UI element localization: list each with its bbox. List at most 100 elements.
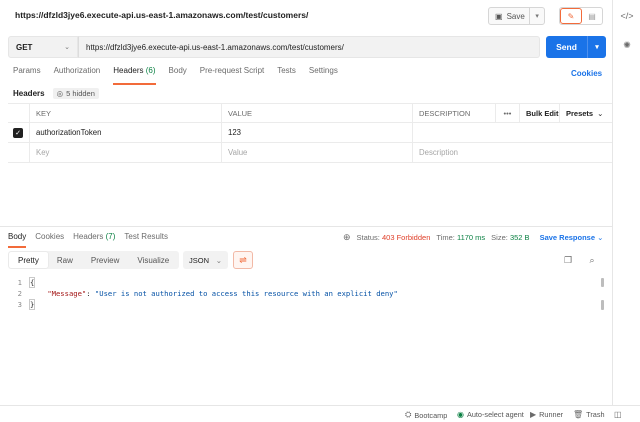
status-label: Status:	[356, 233, 380, 242]
table-row-new: Key Value Description	[8, 143, 612, 163]
tab-body[interactable]: Body	[169, 66, 187, 82]
new-key-input[interactable]: Key	[30, 143, 222, 162]
save-options-chevron-down-icon[interactable]: ▾	[530, 12, 544, 20]
new-value-input[interactable]: Value	[222, 143, 413, 162]
line-number: 3	[17, 300, 22, 309]
hidden-headers-toggle[interactable]: ◎ 5 hidden	[52, 88, 99, 99]
trash-button[interactable]: 🗑 Trash	[573, 410, 605, 419]
row-enabled-checkbox[interactable]: ✓	[13, 127, 23, 138]
tab-headers[interactable]: Headers (6)	[113, 66, 156, 85]
json-colon: :	[86, 289, 95, 298]
save-label: Save	[506, 11, 525, 21]
documentation-icon[interactable]: ▤	[582, 8, 602, 24]
editor-scrollbar-top[interactable]	[601, 278, 604, 287]
header-description-cell[interactable]	[413, 123, 612, 142]
view-preview[interactable]: Preview	[82, 252, 128, 268]
tab-response-cookies[interactable]: Cookies	[35, 232, 64, 245]
layout-toggle-icon[interactable]: ◫	[614, 410, 622, 419]
format-value: JSON	[189, 255, 210, 265]
lightbulb-icon[interactable]: ✺	[620, 38, 634, 52]
method-select[interactable]: GET ⌄	[8, 36, 78, 58]
bootcamp-button[interactable]: ⛭ Bootcamp	[405, 410, 447, 420]
search-icon[interactable]: ⌕	[586, 254, 598, 266]
method-value: GET	[16, 42, 33, 52]
chevron-down-icon: ⌄	[597, 233, 604, 242]
presets-label: Presets	[566, 108, 594, 118]
tab-pre-request-script[interactable]: Pre-request Script	[200, 66, 264, 82]
wrap-lines-icon[interactable]: ⇌	[233, 251, 253, 269]
row-checkbox-cell	[8, 143, 30, 162]
status-info: Status: 403 Forbidden	[357, 233, 431, 242]
header-value-cell[interactable]: 123	[222, 123, 413, 142]
trash-icon: 🗑	[573, 410, 584, 419]
check-circle-icon: ◉	[457, 410, 464, 419]
column-key: KEY	[30, 104, 222, 122]
tab-params[interactable]: Params	[13, 66, 41, 82]
save-response-button[interactable]: Save Response ⌄	[540, 233, 604, 242]
code-snippet-icon[interactable]: </>	[620, 9, 634, 23]
request-title[interactable]: https://dfzld3jye6.execute-api.us-east-1…	[15, 10, 308, 20]
open-brace: {	[28, 277, 36, 288]
column-description: DESCRIPTION	[413, 104, 496, 122]
presets-dropdown[interactable]: Presets ⌄	[560, 104, 612, 122]
status-footer: ⛭ Bootcamp ◉ Auto-select agent ▶ Runner …	[0, 405, 640, 422]
table-header-row: KEY VALUE DESCRIPTION ••• Bulk Edit Pres…	[8, 103, 612, 123]
hidden-headers-label: 5 hidden	[66, 89, 95, 98]
tab-settings[interactable]: Settings	[309, 66, 338, 82]
runner-button[interactable]: ▶ Runner	[530, 410, 563, 419]
header-check-cell	[8, 104, 30, 122]
url-input[interactable]: https://dfzld3jye6.execute-api.us-east-1…	[78, 36, 540, 58]
more-options-icon[interactable]: •••	[496, 104, 520, 122]
row-checkbox-cell: ✓	[8, 123, 30, 142]
view-raw[interactable]: Raw	[48, 252, 82, 268]
request-tabs: Params Authorization Headers (6) Body Pr…	[13, 66, 351, 85]
pane-divider[interactable]	[0, 226, 612, 227]
send-options-chevron-down-icon[interactable]: ▾	[588, 36, 606, 58]
tab-authorization[interactable]: Authorization	[54, 66, 101, 82]
edit-mode-toggle: ✎ ▤	[559, 7, 603, 25]
tab-headers-count: (6)	[145, 66, 156, 75]
close-brace: }	[28, 299, 36, 310]
time-value: 1170 ms	[456, 233, 486, 242]
time-info: Time: 1170 ms	[436, 233, 485, 242]
format-select[interactable]: JSON ⌄	[183, 251, 228, 269]
tab-response-headers[interactable]: Headers (7)	[73, 232, 115, 245]
bootcamp-icon: ⛭	[405, 410, 412, 419]
save-response-label: Save Response	[539, 233, 596, 242]
response-status-bar: ⊕ Status: 403 Forbidden Time: 1170 ms Si…	[343, 232, 603, 243]
tab-tests[interactable]: Tests	[277, 66, 296, 82]
view-pretty[interactable]: Pretty	[9, 252, 48, 268]
time-label: Time:	[436, 233, 455, 242]
chevron-down-icon: ⌄	[64, 44, 70, 51]
right-sidebar: </> ✺	[612, 0, 640, 422]
headers-subheader: Headers ◎ 5 hidden	[13, 88, 99, 99]
send-button[interactable]: Send	[546, 36, 588, 58]
tab-test-results[interactable]: Test Results	[124, 232, 168, 245]
chevron-down-icon: ⌄	[215, 255, 222, 265]
editor-scrollbar-bottom[interactable]	[601, 300, 604, 310]
code-line: 1 {	[8, 277, 598, 288]
headers-label: Headers	[13, 89, 45, 98]
response-body-editor[interactable]: 1 { 2 "Message": "User is not authorized…	[8, 277, 598, 310]
json-value: "User is not authorized to access this r…	[94, 289, 398, 298]
runner-label: Runner	[539, 410, 564, 419]
pencil-icon[interactable]: ✎	[560, 8, 582, 24]
view-visualize[interactable]: Visualize	[128, 252, 178, 268]
table-row: ✓ authorizationToken 123	[8, 123, 612, 143]
response-tabs: Body Cookies Headers (7) Test Results	[8, 232, 177, 248]
auto-select-agent-button[interactable]: ◉ Auto-select agent	[457, 410, 524, 419]
bulk-edit-button[interactable]: Bulk Edit	[520, 104, 560, 122]
code-line: 2 "Message": "User is not authorized to …	[8, 288, 598, 299]
cookies-link[interactable]: Cookies	[571, 69, 602, 78]
size-value: 352 B	[509, 233, 530, 242]
tab-response-body[interactable]: Body	[8, 232, 27, 248]
save-group: ▣ Save ▾	[488, 7, 545, 25]
new-description-input[interactable]: Description	[413, 143, 612, 162]
save-button[interactable]: ▣ Save	[489, 8, 531, 24]
globe-icon[interactable]: ⊕	[343, 232, 351, 243]
header-key-cell[interactable]: authorizationToken	[30, 123, 222, 142]
headers-table: KEY VALUE DESCRIPTION ••• Bulk Edit Pres…	[8, 103, 612, 163]
copy-icon[interactable]: ❐	[562, 254, 574, 266]
chevron-down-icon: ⌄	[597, 108, 604, 118]
line-number: 2	[17, 289, 22, 298]
